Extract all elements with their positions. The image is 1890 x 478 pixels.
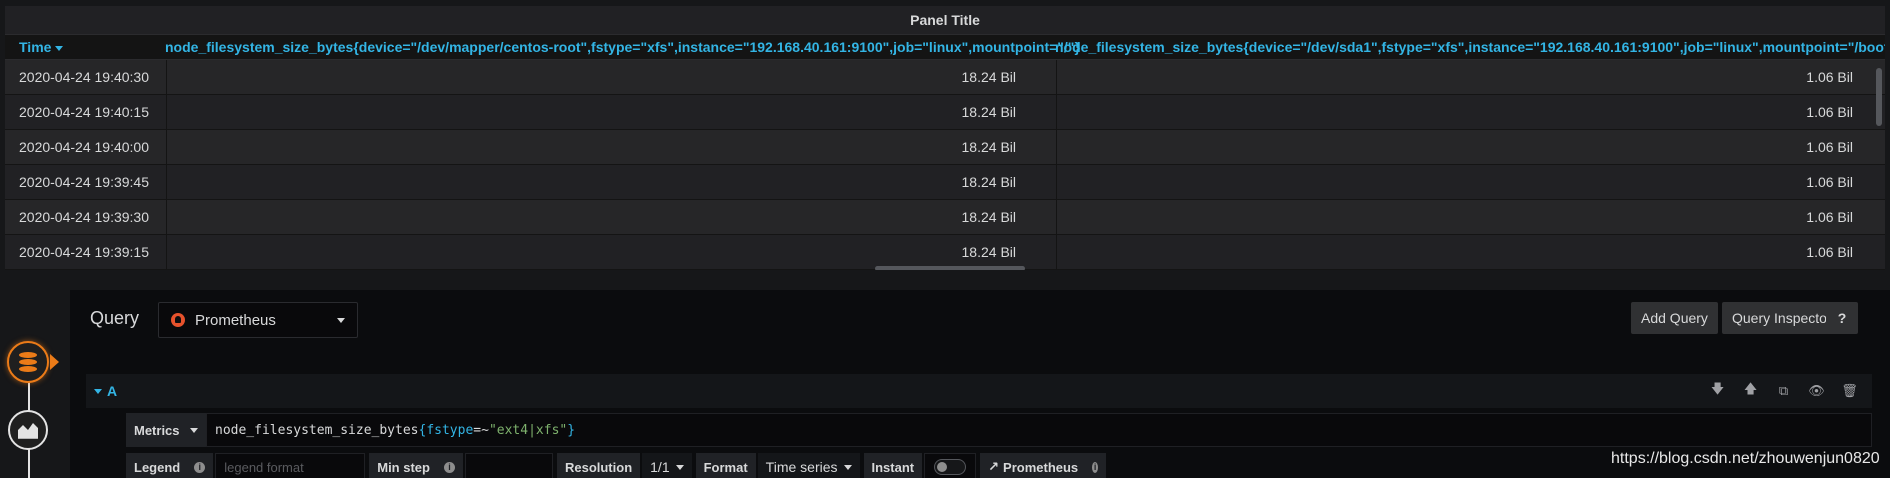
series2-value-cell: 1.06 Bil [1806, 69, 1853, 85]
series1-value-cell: 18.24 Bil [167, 60, 1057, 94]
series2-value-cell: 1.06 Bil [1806, 174, 1853, 190]
prometheus-link[interactable]: ↗ Prometheus i [980, 453, 1107, 478]
instant-toggle-wrap [924, 453, 977, 478]
min-step-label: Min step i [369, 453, 463, 478]
vertical-scrollbar[interactable] [1876, 68, 1882, 126]
table-row: 2020-04-24 19:40:15 18.24 Bil 1.06 Bil [5, 95, 1885, 130]
horizontal-scrollbar[interactable] [875, 266, 1025, 270]
duplicate-icon[interactable]: ⧉ [1767, 383, 1800, 399]
info-icon[interactable]: i [1092, 461, 1099, 473]
datasource-select[interactable]: Prometheus [158, 302, 358, 338]
table-row: 2020-04-24 19:39:45 18.24 Bil 1.06 Bil [5, 165, 1885, 200]
collapse-caret-icon[interactable] [94, 388, 102, 394]
series2-value-cell: 1.06 Bil [1806, 244, 1853, 260]
metrics-line: Metrics node_filesystem_size_bytes{fstyp… [126, 413, 1872, 447]
resolution-select[interactable]: 1/1 [642, 453, 692, 478]
promql-expression-input[interactable]: node_filesystem_size_bytes{fstype =~ "ext4… [206, 413, 1872, 447]
database-icon [19, 352, 37, 372]
move-up-icon[interactable]: 🡅 [1734, 380, 1767, 402]
time-cell: 2020-04-24 19:40:00 [5, 130, 167, 164]
table-header: Time node_filesystem_size_bytes{device="… [5, 34, 1885, 60]
eye-icon[interactable]: 👁 [1800, 383, 1833, 399]
time-cell: 2020-04-24 19:39:30 [5, 200, 167, 234]
series2-value-cell: 1.06 Bil [1806, 104, 1853, 120]
instant-label: Instant [863, 453, 923, 478]
chevron-down-icon [843, 464, 852, 470]
time-cell: 2020-04-24 19:39:15 [5, 235, 167, 269]
expr-value: "ext4|xfs" [488, 422, 568, 438]
external-link-icon: ↗ [988, 459, 1000, 474]
time-cell: 2020-04-24 19:39:45 [5, 165, 167, 199]
format-label: Format [695, 453, 756, 478]
series2-column-header[interactable]: node_filesystem_size_bytes{device="/dev/… [1055, 39, 1885, 55]
series1-value-cell: 18.24 Bil [167, 165, 1057, 199]
time-column-label: Time [19, 39, 52, 55]
chevron-down-icon [675, 464, 684, 470]
series1-value-cell: 18.24 Bil [167, 200, 1057, 234]
visualization-tab-button[interactable] [8, 410, 48, 450]
add-query-button[interactable]: Add Query [1631, 302, 1718, 334]
time-cell: 2020-04-24 19:40:15 [5, 95, 167, 129]
query-inspector-button[interactable]: Query Inspector [1722, 302, 1842, 334]
min-step-input[interactable] [464, 453, 553, 478]
table-row: 2020-04-24 19:39:15 18.24 Bil 1.06 Bil [5, 235, 1885, 270]
query-section-title: Query [90, 308, 140, 328]
time-column-header[interactable]: Time [5, 39, 165, 55]
expr-metric: node_filesystem_size_bytes [215, 422, 419, 438]
expr-open-brace: { [418, 422, 427, 438]
chevron-down-icon [337, 318, 345, 323]
series1-column-header[interactable]: node_filesystem_size_bytes{device="/dev/… [165, 39, 1080, 55]
legend-format-input[interactable]: legend format [215, 453, 366, 478]
prometheus-icon [171, 313, 185, 327]
query-row-header[interactable]: A 🡇 🡅 ⧉ 👁 🗑 [86, 374, 1872, 408]
series2-value-cell: 1.06 Bil [1806, 139, 1853, 155]
info-icon[interactable]: i [194, 461, 206, 473]
series2-value-cell: 1.06 Bil [1806, 209, 1853, 225]
table-panel: Panel Title Time node_filesystem_size_by… [5, 6, 1885, 270]
metrics-label: Metrics [134, 422, 180, 438]
grafana-edit-panel: Panel Title Time node_filesystem_size_by… [0, 0, 1890, 478]
move-down-icon[interactable]: 🡇 [1701, 380, 1734, 402]
expr-operator: =~ [473, 422, 489, 438]
help-button[interactable]: ? [1826, 302, 1858, 334]
expr-close-brace: } [567, 422, 576, 438]
resolution-label: Resolution [556, 453, 641, 478]
queries-tab-button[interactable] [7, 341, 49, 383]
series1-value-cell: 18.24 Bil [167, 95, 1057, 129]
table-body: 2020-04-24 19:40:30 18.24 Bil 1.06 Bil 2020… [5, 60, 1885, 270]
instant-toggle[interactable] [934, 459, 967, 475]
series1-value-cell: 18.24 Bil [167, 130, 1057, 164]
table-row: 2020-04-24 19:39:30 18.24 Bil 1.06 Bil [5, 200, 1885, 235]
legend-label: Legend i [126, 453, 214, 478]
watermark: https://blog.csdn.net/zhouwenjun0820 [1611, 450, 1880, 467]
area-chart-icon [18, 423, 38, 439]
time-cell: 2020-04-24 19:40:30 [5, 60, 167, 94]
table-row: 2020-04-24 19:40:00 18.24 Bil 1.06 Bil [5, 130, 1885, 165]
query-options: Legend i legend format Min step i Resoluti… [126, 453, 1108, 478]
chevron-down-icon [189, 427, 198, 433]
expr-label: fstype [426, 422, 474, 438]
panel-title[interactable]: Panel Title [5, 6, 1885, 34]
format-select[interactable]: Time series [757, 453, 860, 478]
datasource-name: Prometheus [195, 311, 276, 329]
series1-value-cell: 18.24 Bil [167, 235, 1057, 269]
sort-desc-icon [55, 45, 64, 51]
metrics-button[interactable]: Metrics [126, 413, 206, 447]
query-row-actions: 🡇 🡅 ⧉ 👁 🗑 [1701, 374, 1866, 408]
query-ref-id: A [107, 383, 118, 399]
active-tab-arrow-icon [50, 354, 59, 370]
table-row: 2020-04-24 19:40:30 18.24 Bil 1.06 Bil [5, 60, 1885, 95]
trash-icon[interactable]: 🗑 [1833, 383, 1866, 399]
info-icon[interactable]: i [443, 461, 455, 473]
